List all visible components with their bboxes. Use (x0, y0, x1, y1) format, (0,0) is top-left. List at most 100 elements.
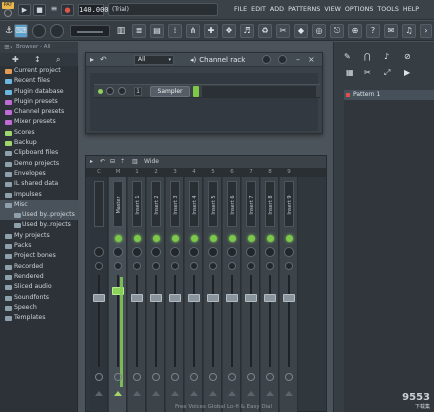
mixer-enable-led[interactable] (134, 235, 141, 242)
mixer-route-icon[interactable] (247, 391, 255, 396)
mixer-fader[interactable] (150, 294, 162, 302)
mixer-up-icon[interactable]: ⇡ (120, 156, 125, 168)
undo-icon[interactable]: ↶ (100, 55, 107, 65)
mixer-enable-led[interactable] (267, 235, 274, 242)
mixer-stereo-knob[interactable] (247, 262, 255, 270)
channel-mute-led[interactable] (98, 89, 103, 94)
mixer-stereo-knob[interactable] (209, 262, 217, 270)
mixer-fader[interactable] (131, 294, 143, 302)
mixer-enable-led[interactable] (153, 235, 160, 242)
mixer-route-icon[interactable] (114, 391, 122, 396)
mixer-fader[interactable] (264, 294, 276, 302)
mixer-strip[interactable]: Insert 8 (261, 177, 279, 412)
mixer-route-icon[interactable] (152, 391, 160, 396)
mixer-route-icon[interactable] (171, 391, 179, 396)
project-info-icon[interactable]: ♻ (258, 24, 272, 38)
collapse-icon[interactable]: ↕ (34, 55, 41, 64)
mic-icon[interactable]: ♫ (402, 24, 416, 38)
loop-record-icon[interactable]: ⊕ (348, 24, 362, 38)
mixer-fader[interactable] (93, 294, 105, 302)
browser-item[interactable]: Rendered (0, 272, 78, 282)
menu-options[interactable]: OPTIONS (345, 6, 373, 16)
mixer-route-icon[interactable] (95, 391, 103, 396)
channel-select-indicator[interactable] (193, 86, 199, 97)
mixer-fader[interactable] (207, 294, 219, 302)
mixer-strip-name[interactable]: Insert 2 (151, 181, 161, 227)
scissors-icon[interactable]: ✂ (364, 68, 371, 77)
browser-item[interactable]: Packs (0, 241, 78, 251)
mixer-stereo-knob[interactable] (133, 262, 141, 270)
mixer-pan-knob[interactable] (246, 247, 256, 257)
mixer-strip-name[interactable]: Insert 5 (208, 181, 218, 227)
main-volume-knob[interactable] (32, 24, 46, 38)
mixer-icon[interactable]: ⋔ (186, 24, 200, 38)
menu-edit[interactable]: EDIT (251, 6, 266, 16)
metronome-icon[interactable]: ◆ (294, 24, 308, 38)
menu-view[interactable]: VIEW (324, 6, 341, 16)
mixer-route-icon[interactable] (266, 391, 274, 396)
mixer-record-icon[interactable] (190, 373, 198, 381)
mixer-pan-knob[interactable] (170, 247, 180, 257)
scroll-arrow-icon[interactable]: › (420, 24, 432, 38)
browser-item[interactable]: Clipboard files (0, 148, 78, 158)
browser-item[interactable]: Demo projects (0, 159, 78, 169)
pattern-picker-icon[interactable]: ▦ (346, 68, 354, 77)
browser-item[interactable]: Impulses (0, 190, 78, 200)
play-button[interactable]: ▶ (18, 4, 31, 16)
mixer-fader[interactable] (169, 294, 181, 302)
mixer-strip-name[interactable]: Insert 1 (132, 181, 142, 227)
mixer-route-icon[interactable] (285, 391, 293, 396)
tempo-display[interactable]: 140.000 (78, 4, 109, 16)
mixer-fader[interactable] (283, 294, 295, 302)
mixer-strip[interactable]: Insert 2 (147, 177, 165, 412)
browser-item[interactable]: Plugin database (0, 87, 78, 97)
mixer-stereo-knob[interactable] (114, 262, 122, 270)
mixer-route-icon[interactable] (209, 391, 217, 396)
plugin-picker-icon[interactable]: ✚ (204, 24, 218, 38)
browser-item[interactable]: Sliced audio (0, 282, 78, 292)
cut-icon[interactable]: ✂ (276, 24, 290, 38)
mixer-record-icon[interactable] (247, 373, 255, 381)
step-sequencer-area[interactable] (202, 86, 316, 97)
browser-item[interactable]: Soundfonts (0, 293, 78, 303)
mixer-layout-icon[interactable]: ▥ (132, 156, 138, 168)
mixer-pan-knob[interactable] (113, 247, 123, 257)
mixer-pan-knob[interactable] (208, 247, 218, 257)
mixer-menu-icon[interactable]: ▸ (90, 156, 93, 168)
mixer-layout-label[interactable]: Wide (144, 156, 159, 168)
menu-help[interactable]: HELP (403, 6, 419, 16)
browser-item[interactable]: Mixer presets (0, 117, 78, 127)
mixer-enable-led[interactable] (115, 235, 122, 242)
main-pitch-knob[interactable] (50, 24, 64, 38)
pin-icon[interactable]: ✚ (12, 55, 19, 64)
mixer-stereo-knob[interactable] (171, 262, 179, 270)
browser-item[interactable]: Used by..projects (0, 210, 78, 221)
mixer-enable-led[interactable] (172, 235, 179, 242)
magnet-icon[interactable]: ⋂ (364, 52, 371, 61)
record-button[interactable]: ● (61, 4, 74, 16)
mixer-pan-knob[interactable] (94, 247, 104, 257)
channel-pan-knob[interactable] (106, 87, 114, 95)
mixer-strip[interactable]: Insert 4 (185, 177, 203, 412)
menu-add[interactable]: ADD (270, 6, 284, 16)
song-pattern-toggle-icon[interactable]: ≡ (48, 4, 60, 16)
mixer-stereo-knob[interactable] (266, 262, 274, 270)
browser-item[interactable]: Backup (0, 138, 78, 148)
help-icon[interactable]: ? (366, 24, 380, 38)
mixer-route-icon[interactable] (190, 391, 198, 396)
mixer-record-icon[interactable] (266, 373, 274, 381)
channel-volume-knob[interactable] (118, 87, 126, 95)
swing-knob[interactable] (262, 55, 271, 64)
chat-icon[interactable]: ✉ (384, 24, 398, 38)
menu-patterns[interactable]: PATTERNS (288, 6, 320, 16)
mixer-stereo-knob[interactable] (285, 262, 293, 270)
mixer-enable-led[interactable] (210, 235, 217, 242)
mixer-stereo-knob[interactable] (95, 262, 103, 270)
mixer-fader[interactable] (245, 294, 257, 302)
browser-item[interactable]: Recorded (0, 262, 78, 272)
browser-item[interactable]: Speech (0, 303, 78, 313)
mixer-strip-name[interactable]: Master (113, 181, 123, 227)
mixer-strip[interactable]: Insert 6 (223, 177, 241, 412)
browser-item[interactable]: Scores (0, 128, 78, 138)
mixer-record-icon[interactable] (285, 373, 293, 381)
